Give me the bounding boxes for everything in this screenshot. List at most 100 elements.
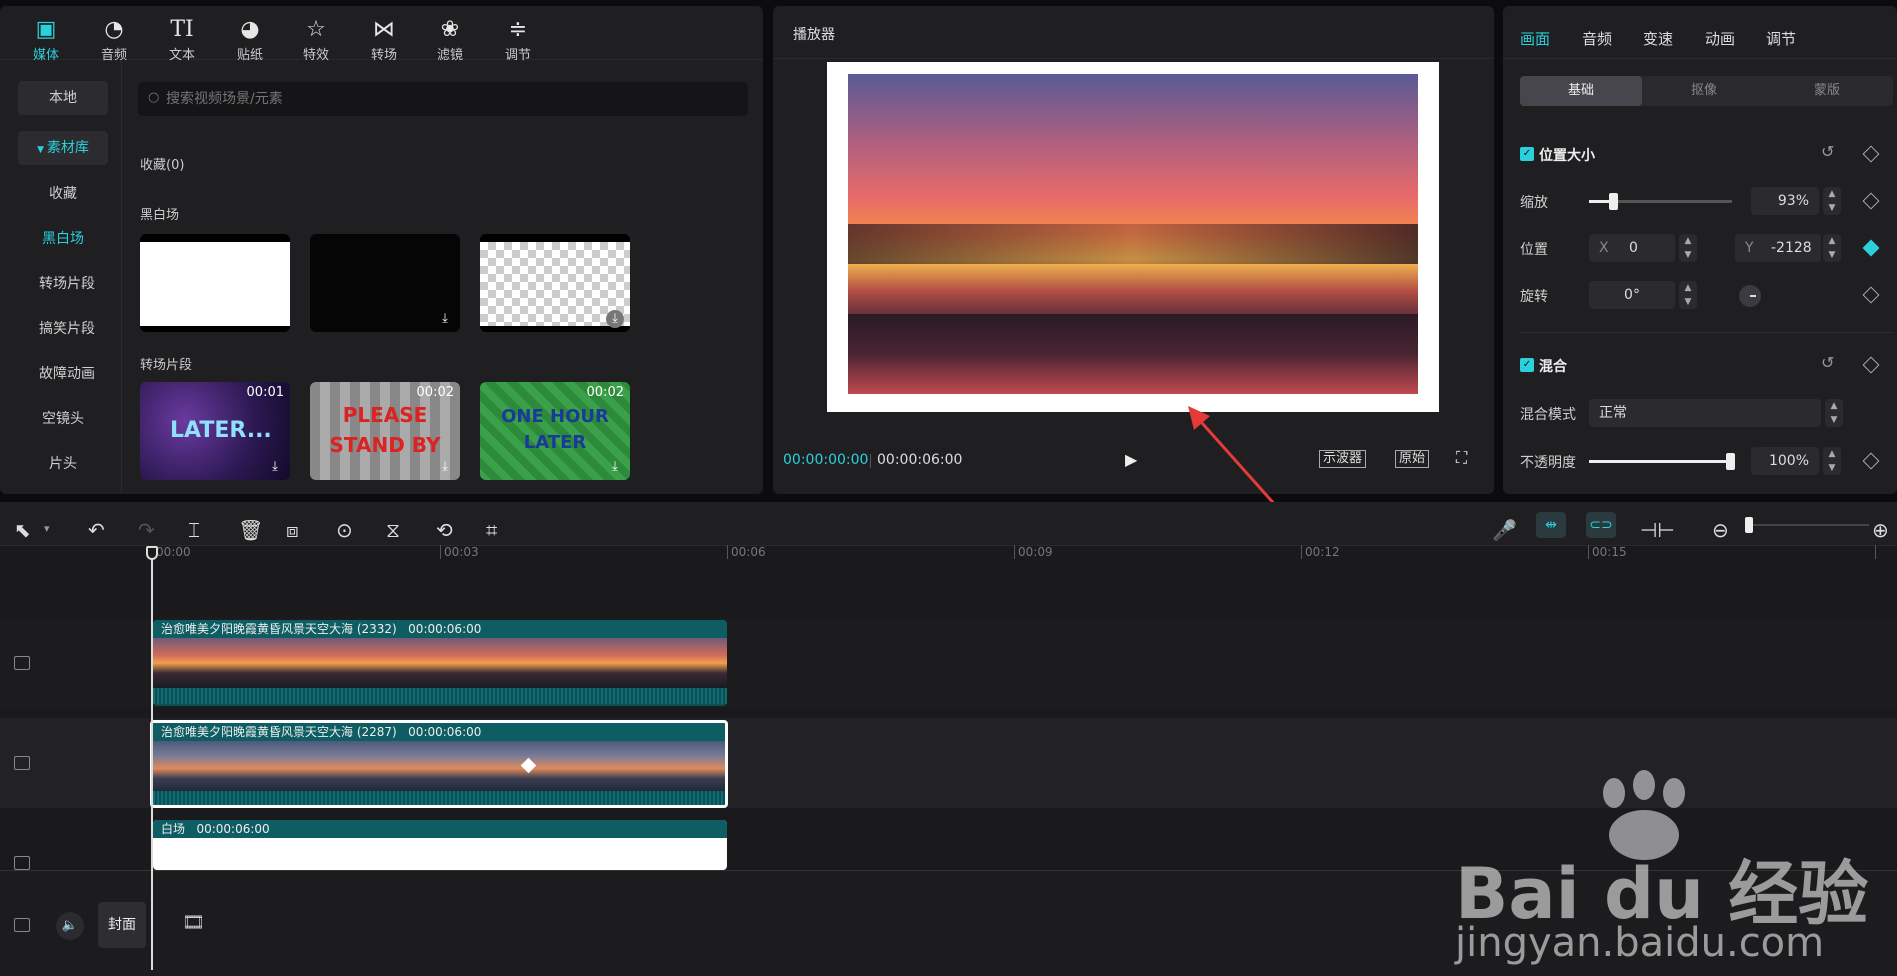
clip-later[interactable]: 00:01 LATER... ⤓ [140,382,290,480]
microphone-icon[interactable]: 🎤 [1492,518,1517,542]
blend-checkbox[interactable]: ✓ [1520,358,1534,372]
sidebar-item-intro[interactable]: 片头 [18,447,108,481]
y-stepper[interactable]: ▲ ▼ [1823,234,1841,262]
opacity-input[interactable]: 100% [1751,447,1819,475]
sidebar-item-library[interactable]: ▼ 素材库 [18,131,108,165]
toolbar-audio[interactable]: ◔ 音频 [84,16,144,63]
reset-icon[interactable]: ↺ [1821,353,1834,372]
redo-icon[interactable]: ↷ [138,518,155,542]
toolbar-sticker[interactable]: ◕ 贴纸 [220,16,280,63]
download-icon[interactable]: ⤓ [606,310,624,328]
toolbar-adjust[interactable]: ≑ 调节 [488,16,548,63]
toolbar-filter[interactable]: ❀ 滤镜 [420,16,480,63]
opacity-stepper[interactable]: ▲ ▼ [1823,447,1841,475]
keyframe-icon[interactable] [1862,145,1880,163]
toolbar-transition[interactable]: ⋈ 转场 [354,16,414,63]
download-icon[interactable]: ⤓ [436,458,454,476]
zoom-out-icon[interactable]: ⊖ [1712,518,1729,542]
play-button[interactable]: ▶ [1125,450,1137,469]
tab-animation[interactable]: 动画 [1705,28,1735,49]
track-video-icon[interactable] [14,856,30,870]
sidebar-item-black-white[interactable]: 黑白场 [18,222,108,256]
blend-mode-stepper[interactable]: ▲ ▼ [1825,399,1843,427]
sidebar-item-funny[interactable]: 搞笑片段 [22,312,112,346]
scale-slider[interactable] [1589,193,1732,210]
track-video-icon[interactable] [14,656,30,670]
track-video-icon[interactable] [14,918,30,932]
transparent-clip-thumb[interactable]: ⤓ [480,234,630,332]
cover-button[interactable]: 封面 [98,902,146,948]
auto-snap-button[interactable]: ⇹ [1536,512,1566,538]
rotate-icon[interactable]: ⟲ [436,518,453,542]
clip-please-stand-by[interactable]: 00:02 PLEASE STAND BY ⤓ [310,382,460,480]
film-icon[interactable]: 🎞 [182,912,205,933]
sidebar-item-empty-shot[interactable]: 空镜头 [18,402,108,436]
keyframe-active-icon[interactable] [1862,239,1880,257]
download-icon[interactable]: ⤓ [436,310,454,328]
search-box[interactable]: ○ [138,82,748,116]
tab-adjust[interactable]: 调节 [1766,28,1796,49]
tab-speed[interactable]: 变速 [1643,28,1673,49]
pos-size-checkbox[interactable]: ✓ [1520,147,1534,161]
position-x-input[interactable]: X 0 [1589,234,1675,262]
fullscreen-icon[interactable]: ⛶ [1456,448,1467,468]
keyframe-icon[interactable] [1862,356,1880,374]
zoom-slider[interactable] [1745,517,1869,533]
freeze-frame-icon[interactable]: ⧈ [286,518,299,542]
scale-input[interactable]: 93% [1751,187,1819,215]
sidebar-item-transitions[interactable]: 转场片段 [22,267,112,301]
keyframe-icon[interactable] [1862,286,1880,304]
zoom-slider-handle[interactable] [1745,517,1753,533]
crop-icon[interactable]: ⌗ [486,518,497,542]
link-button[interactable]: ⊂⊃ [1586,512,1616,538]
mirror-icon[interactable]: ⧖ [386,518,400,542]
reverse-icon[interactable]: ⊙ [336,518,353,542]
track-clip-2[interactable]: 治愈唯美夕阳晚霞黄昏风景天空大海 (2287) 00:00:06:00 [150,720,728,808]
rotate-input[interactable]: 0° [1589,281,1675,309]
scale-slider-handle[interactable] [1609,193,1618,210]
keyframe-icon[interactable] [1862,192,1880,210]
split-icon[interactable]: ⌶ [188,518,200,542]
mute-button[interactable]: 🔈 [56,912,84,940]
toolbar-media[interactable]: ▣ 媒体 [16,16,76,63]
opacity-slider[interactable] [1589,453,1735,470]
tab-audio[interactable]: 音频 [1582,28,1612,49]
clip-one-hour-later[interactable]: 00:02 ONE HOUR LATER ⤓ [480,382,630,480]
preview-axis-icon[interactable]: ⊣⊢ [1640,518,1675,542]
subtab-mask[interactable]: 蒙版 [1766,76,1888,106]
blend-mode-select[interactable]: 正常 [1589,399,1821,427]
position-y-input[interactable]: Y -2128 [1735,234,1821,262]
track-clip-white[interactable]: 白场 00:00:06:00 [153,820,727,870]
rotate-stepper[interactable]: ▲ ▼ [1679,281,1697,309]
video-canvas[interactable] [827,62,1439,412]
white-clip-thumb[interactable] [140,234,290,332]
opacity-slider-handle[interactable] [1726,453,1735,470]
x-stepper[interactable]: ▲ ▼ [1679,234,1697,262]
toolbar-effects[interactable]: ☆ 特效 [286,16,346,63]
undo-icon[interactable]: ↶ [88,518,105,542]
sidebar-item-glitch[interactable]: 故障动画 [22,357,112,391]
tab-picture[interactable]: 画面 [1520,28,1550,49]
chevron-down-icon[interactable]: ▾ [44,522,50,535]
sidebar-item-favorites[interactable]: 收藏 [18,177,108,211]
rotate-dial[interactable] [1739,285,1761,307]
track-clip-1[interactable]: 治愈唯美夕阳晚霞黄昏风景天空大海 (2332) 00:00:06:00 [153,620,727,706]
playhead[interactable] [151,546,153,970]
subtab-basic[interactable]: 基础 [1520,76,1642,106]
sidebar-item-local[interactable]: 本地 [18,81,108,115]
search-input[interactable] [166,88,726,110]
subtab-keying[interactable]: 抠像 [1643,76,1765,106]
reset-icon[interactable]: ↺ [1821,142,1834,161]
zoom-in-icon[interactable]: ⊕ [1872,518,1889,542]
select-cursor-icon[interactable]: ⬉ [14,518,31,542]
download-icon[interactable]: ⤓ [606,458,624,476]
scale-stepper[interactable]: ▲ ▼ [1823,187,1841,215]
track-video-icon[interactable] [14,756,30,770]
keyframe-icon[interactable] [1862,452,1880,470]
original-ratio-button[interactable]: 原始 [1395,450,1430,468]
toolbar-text[interactable]: TI 文本 [152,16,212,63]
delete-icon[interactable]: 🗑 [238,518,263,542]
playhead-handle[interactable] [146,546,158,560]
black-clip-thumb[interactable]: ⤓ [310,234,460,332]
download-icon[interactable]: ⤓ [266,458,284,476]
